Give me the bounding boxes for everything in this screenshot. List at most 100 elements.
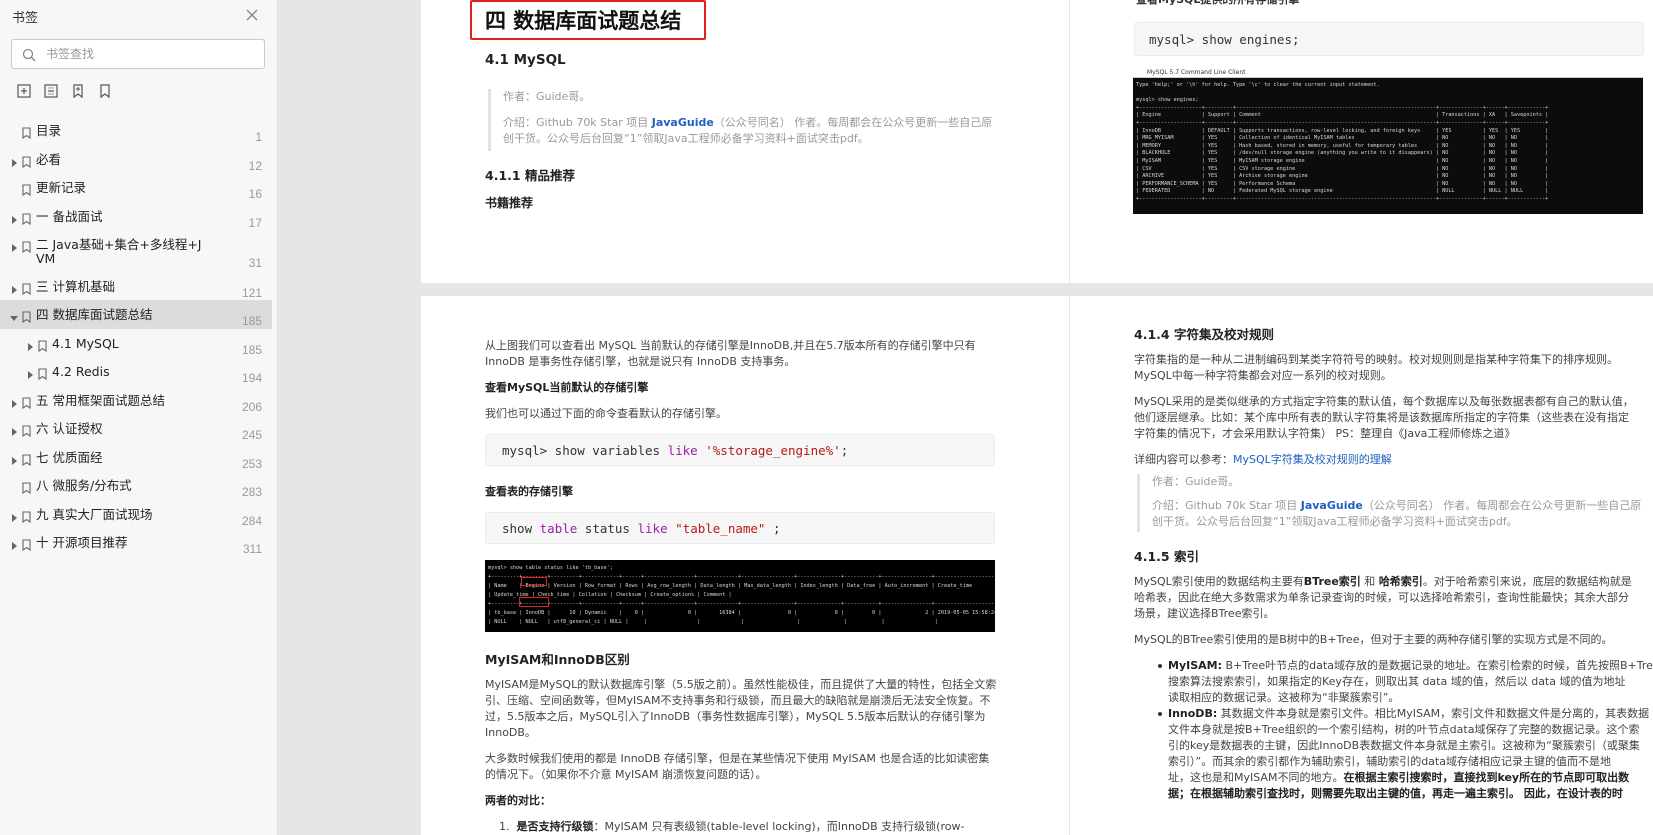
caret-right-icon[interactable] — [10, 536, 18, 550]
caret-right-icon[interactable] — [26, 365, 34, 379]
javaguide-link[interactable]: JavaGuide — [1301, 499, 1363, 512]
caret-right-icon[interactable] — [10, 422, 18, 436]
close-icon[interactable] — [242, 5, 262, 25]
toc-item[interactable]: 五 常用框架面试题总结 206 — [0, 386, 272, 415]
terminal-line: | tb_base | InnoDB | 10 | Dynamic | 0 | … — [488, 610, 995, 616]
toc-item-label: 六 认证授权 — [36, 421, 103, 436]
caret-right-icon[interactable] — [26, 337, 34, 351]
terminal-line: +--------------------+---------+--------… — [1136, 120, 1549, 126]
toc-item-label: 4.2 Redis — [52, 364, 110, 379]
paragraph-line: 字符集的情况下，才会采用默认字符集） PS：整理自《Java工程师修炼之道》 — [1134, 427, 1516, 440]
caret-right-icon[interactable] — [10, 280, 18, 294]
toc-item-page: 284 — [241, 513, 262, 528]
paragraph-line: InnoDB 是事务性存储引擎，也就是说只有 InnoDB 支持事务。 — [485, 355, 796, 368]
toc-item[interactable]: 4.2 Redis 194 — [0, 357, 272, 386]
terminal-line: | MRG_MYISAM | YES | Collection of ident… — [1136, 135, 1549, 142]
paragraph-heading: 查看MySQL当前默认的存储引擎 — [485, 381, 649, 394]
javaguide-link[interactable]: JavaGuide — [652, 116, 714, 129]
toc-item[interactable]: 更新记录 16 — [0, 173, 272, 202]
bookmark-icon — [22, 153, 31, 168]
paragraph-line: MyISAM是MySQL的默认数据库引擎（5.5版之前）。虽然性能极佳，而且提供… — [485, 678, 997, 691]
books-heading: 书籍推荐 — [485, 196, 534, 210]
terminal-line: +--------------------+---------+--------… — [1136, 104, 1549, 111]
terminal-screenshot: mysql> show table status like 'tb_base';… — [485, 560, 995, 632]
bookmark-icon — [38, 337, 47, 352]
code-text: show table status like "table_name" ; — [502, 521, 781, 536]
bookmark-icon — [22, 210, 31, 225]
code-block: mysql> show variables like '%storage_eng… — [485, 434, 995, 466]
terminal-line: | MyISAM | YES | MyISAM storage engine |… — [1136, 158, 1549, 164]
caret-right-icon[interactable] — [10, 238, 18, 252]
code-text: mysql> show engines; — [1149, 32, 1300, 47]
terminal-line: | BLACKHOLE | YES | /dev/null storage en… — [1136, 150, 1549, 157]
bookmark-icon — [22, 479, 31, 495]
caret-right-icon[interactable] — [10, 451, 18, 465]
terminal-line: +---------+--------+---------+----------… — [488, 601, 995, 607]
terminal-line: | Engine | Support | Comment | Transacti… — [1136, 112, 1549, 119]
quote-intro-line2: 创干货。公众号后台回复“1”领取Java工程师必备学习资料+面试突击pdf。 — [1152, 515, 1518, 528]
caret-down-icon[interactable] — [10, 308, 18, 321]
toc-item[interactable]: 十 开源项目推荐 311 — [0, 528, 272, 557]
code-text: mysql> show variables like '%storage_eng… — [502, 443, 849, 458]
toc-item-label: 4.1 MySQL — [52, 335, 119, 351]
charset-link[interactable]: MySQL字符集及校对规则的理解 — [1233, 453, 1392, 466]
toc-item-label: 九 真实大厂面试现场 — [36, 506, 153, 522]
sidebar-header: 书签 — [0, 0, 278, 32]
paragraph-line: 详细内容可以参考：MySQL字符集及校对规则的理解 — [1134, 453, 1392, 466]
toc-item-label: 五 常用框架面试题总结 — [36, 392, 165, 408]
toc-item-label: 目录 — [36, 123, 62, 138]
list-item: InnoDB: 其数据文件本身就是索引文件。相比MyISAM，索引文件和数据文件… — [1168, 707, 1650, 720]
section-heading: 4.1 MySQL — [485, 52, 566, 68]
quote-intro-line2: 创干货。公众号后台回复“1”领取Java工程师必备学习资料+面试突击pdf。 — [503, 132, 869, 145]
terminal-line: mysql> show table status like 'tb_base'; — [488, 565, 613, 571]
toc-item-page: 253 — [241, 456, 262, 471]
toc-item[interactable]: 必看 12 — [0, 145, 272, 174]
toc-item[interactable]: 4.1 MySQL 185 — [0, 329, 272, 358]
caret-right-icon[interactable] — [10, 394, 18, 408]
toc-item[interactable]: 二 Java基础+集合+多线程+J VM 31 — [0, 230, 272, 272]
section-heading: 4.1.5 索引 — [1134, 549, 1199, 564]
quote-intro: 介绍：Github 70k Star 项目 JavaGuide（公众号同名） 作… — [503, 116, 993, 129]
bookmark-search[interactable] — [11, 39, 265, 69]
toc-item-page: 206 — [241, 399, 262, 414]
bookmark-sidebar: 书签 目录1必看12更新记录16一 备战面试17二 Java基础+集合+多线程+… — [0, 0, 278, 835]
paragraph-line: MySQL采用的是类似继承的方式指定字符集的默认值，每个数据库以及每张数据表都有… — [1134, 395, 1634, 408]
toc-item[interactable]: 七 优质面经 253 — [0, 443, 272, 472]
toc-item[interactable]: 四 数据库面试题总结 185 — [0, 300, 272, 329]
list-item-line: 址，这也是和MyISAM不同的地方。在根据主索引搜索时，直接找到key所在的节点… — [1168, 771, 1630, 784]
document-viewer[interactable]: 四 数据库面试题总结 4.1 MySQL 作者：Guide哥。 介绍：Githu… — [279, 0, 1653, 835]
toc-item[interactable]: 九 真实大厂面试现场 284 — [0, 500, 272, 529]
paragraph-line: 字符集指的是一种从二进制编码到某类字符符号的映射。校对规则则是指某种字符集下的排… — [1134, 353, 1618, 366]
toc-item[interactable]: 目录 1 — [0, 116, 272, 145]
collapse-all-icon[interactable] — [43, 83, 61, 101]
search-icon — [22, 47, 36, 66]
toc-item-page: 185 — [241, 314, 262, 328]
expand-all-icon[interactable] — [16, 83, 34, 101]
add-bookmark-icon[interactable] — [70, 83, 88, 101]
toc-item[interactable]: 八 微服务/分布式 283 — [0, 471, 272, 500]
bookmark-icon — [22, 451, 31, 466]
toc-item-label: 三 计算机基础 — [36, 278, 115, 294]
caret-right-icon[interactable] — [10, 153, 18, 167]
list-item: 1. 是否支持行级锁：MyISAM 只有表级锁(table-level lock… — [499, 820, 965, 833]
paragraph-line: MySQL中每一种字符集都会对应一系列的校对规则。 — [1134, 369, 1392, 382]
toc-item-page: 16 — [248, 187, 262, 201]
list-bullet — [1158, 712, 1162, 716]
paragraph-heading: 两者的对比： — [485, 794, 551, 807]
paragraph-line: MySQL的BTree索引使用的是B树中的B+Tree，但对于主要的两种存储引擎… — [1134, 633, 1613, 646]
toc-item-label: VM — [36, 251, 56, 266]
bookmark-search-input[interactable] — [46, 45, 256, 63]
toc-item[interactable]: 六 认证授权 245 — [0, 414, 272, 443]
bookmark-icon — [22, 308, 31, 324]
engine-highlight-box — [521, 577, 547, 586]
cut-off-heading: 查看MySQL提供的所有存储引擎 — [1136, 0, 1299, 8]
bookmark-icon[interactable] — [97, 83, 115, 101]
caret-right-icon[interactable] — [10, 210, 18, 224]
toc-item[interactable]: 一 备战面试 17 — [0, 202, 272, 231]
bookmark-icon — [38, 365, 47, 381]
toc-item[interactable]: 三 计算机基础 121 — [0, 272, 272, 301]
bookmark-icon — [22, 238, 31, 254]
page-186: 查看MySQL提供的所有存储引擎 mysql> show engines; My… — [1070, 0, 1653, 283]
caret-right-icon[interactable] — [10, 508, 18, 522]
paragraph-line: 从上图我们可以查看出 MySQL 当前默认的存储引擎是InnoDB,并且在5.7… — [485, 339, 976, 352]
